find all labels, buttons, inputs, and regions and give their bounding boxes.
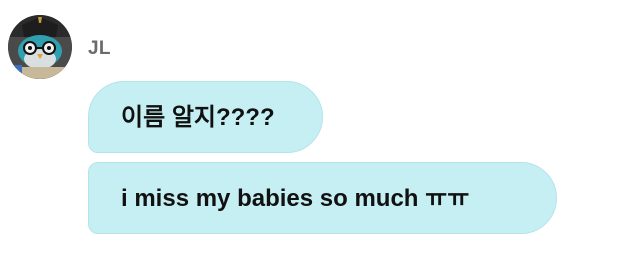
sender-name: JL [88,38,111,59]
message-bubble[interactable]: i miss my babies so much ㅠㅠ [88,162,557,234]
message-bubble[interactable]: 이름 알지???? [88,81,323,153]
avatar[interactable] [8,15,72,79]
cartoon-bird-avatar-icon [8,15,72,79]
